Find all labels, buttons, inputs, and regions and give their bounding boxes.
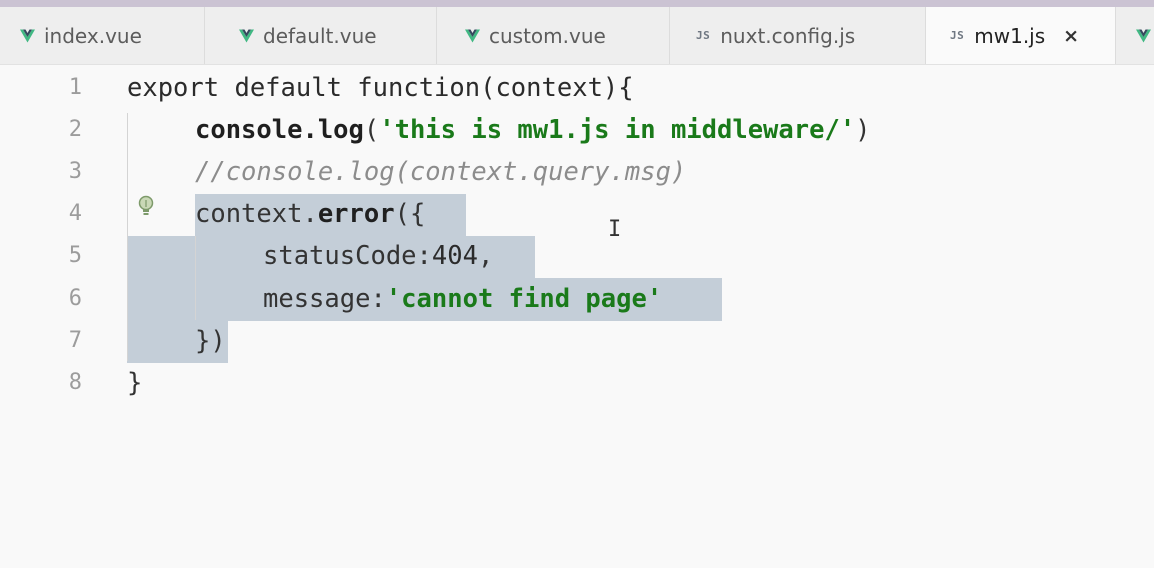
js-file-icon: JS bbox=[696, 29, 711, 42]
editor-tab-bar: index.vue default.vue custom.vue JS nuxt… bbox=[0, 7, 1154, 65]
window-top-strip bbox=[0, 0, 1154, 7]
code-text: console.log('this is mw1.js in middlewar… bbox=[195, 115, 871, 145]
code-text: } bbox=[127, 368, 143, 398]
code-line: 4 context.error({ bbox=[0, 193, 1154, 235]
js-file-icon: JS bbox=[950, 29, 965, 42]
vue-icon bbox=[20, 29, 35, 42]
tab-default-vue[interactable]: default.vue bbox=[205, 7, 437, 64]
tab-custom-vue[interactable]: custom.vue bbox=[437, 7, 670, 64]
line-number: 5 bbox=[68, 243, 82, 268]
tab-mw1-js[interactable]: JS mw1.js × bbox=[926, 7, 1116, 64]
tab-label: index.vue bbox=[44, 23, 142, 48]
tab-nuxt-config-js[interactable]: JS nuxt.config.js bbox=[670, 7, 926, 64]
code-editor[interactable]: 1 export default function(context){ 2 co… bbox=[0, 65, 1154, 568]
code-line: 8 } bbox=[0, 362, 1154, 404]
tab-label: nuxt.config.js bbox=[720, 23, 856, 48]
code-text: message:'cannot find page' bbox=[263, 284, 663, 314]
close-tab-icon[interactable]: × bbox=[1063, 25, 1079, 47]
code-line: 1 export default function(context){ bbox=[0, 67, 1154, 109]
code-text: statusCode:404, bbox=[263, 241, 494, 271]
code-line: 7 }) bbox=[0, 320, 1154, 362]
code-line: 3 //console.log(context.query.msg) bbox=[0, 151, 1154, 193]
code-line: 6 message:'cannot find page' bbox=[0, 278, 1154, 320]
code-line: 5 statusCode:404, bbox=[0, 235, 1154, 277]
code-text: export default function(context){ bbox=[127, 73, 634, 103]
code-comment: //console.log(context.query.msg) bbox=[195, 157, 687, 187]
text-cursor-icon: I bbox=[608, 217, 622, 242]
lightbulb-icon[interactable] bbox=[137, 195, 155, 219]
code-text: }) bbox=[195, 326, 226, 356]
line-number: 3 bbox=[68, 159, 82, 184]
vue-icon bbox=[465, 29, 480, 42]
code-text: context.error({ bbox=[195, 199, 426, 229]
ide-window: index.vue default.vue custom.vue JS nuxt… bbox=[0, 0, 1154, 568]
code-line: 2 console.log('this is mw1.js in middlew… bbox=[0, 109, 1154, 151]
tab-label: custom.vue bbox=[489, 23, 606, 48]
tab-label: default.vue bbox=[263, 23, 377, 48]
tab-overflow[interactable] bbox=[1116, 7, 1154, 64]
tab-index-vue[interactable]: index.vue bbox=[0, 7, 205, 64]
tab-label: mw1.js bbox=[974, 23, 1046, 48]
line-number: 1 bbox=[68, 75, 82, 100]
vue-icon bbox=[1136, 29, 1151, 42]
line-number: 6 bbox=[68, 286, 82, 311]
line-number: 7 bbox=[68, 328, 82, 353]
line-number: 4 bbox=[68, 201, 82, 226]
line-number: 2 bbox=[68, 117, 82, 142]
line-number: 8 bbox=[68, 370, 82, 395]
vue-icon bbox=[239, 29, 254, 42]
